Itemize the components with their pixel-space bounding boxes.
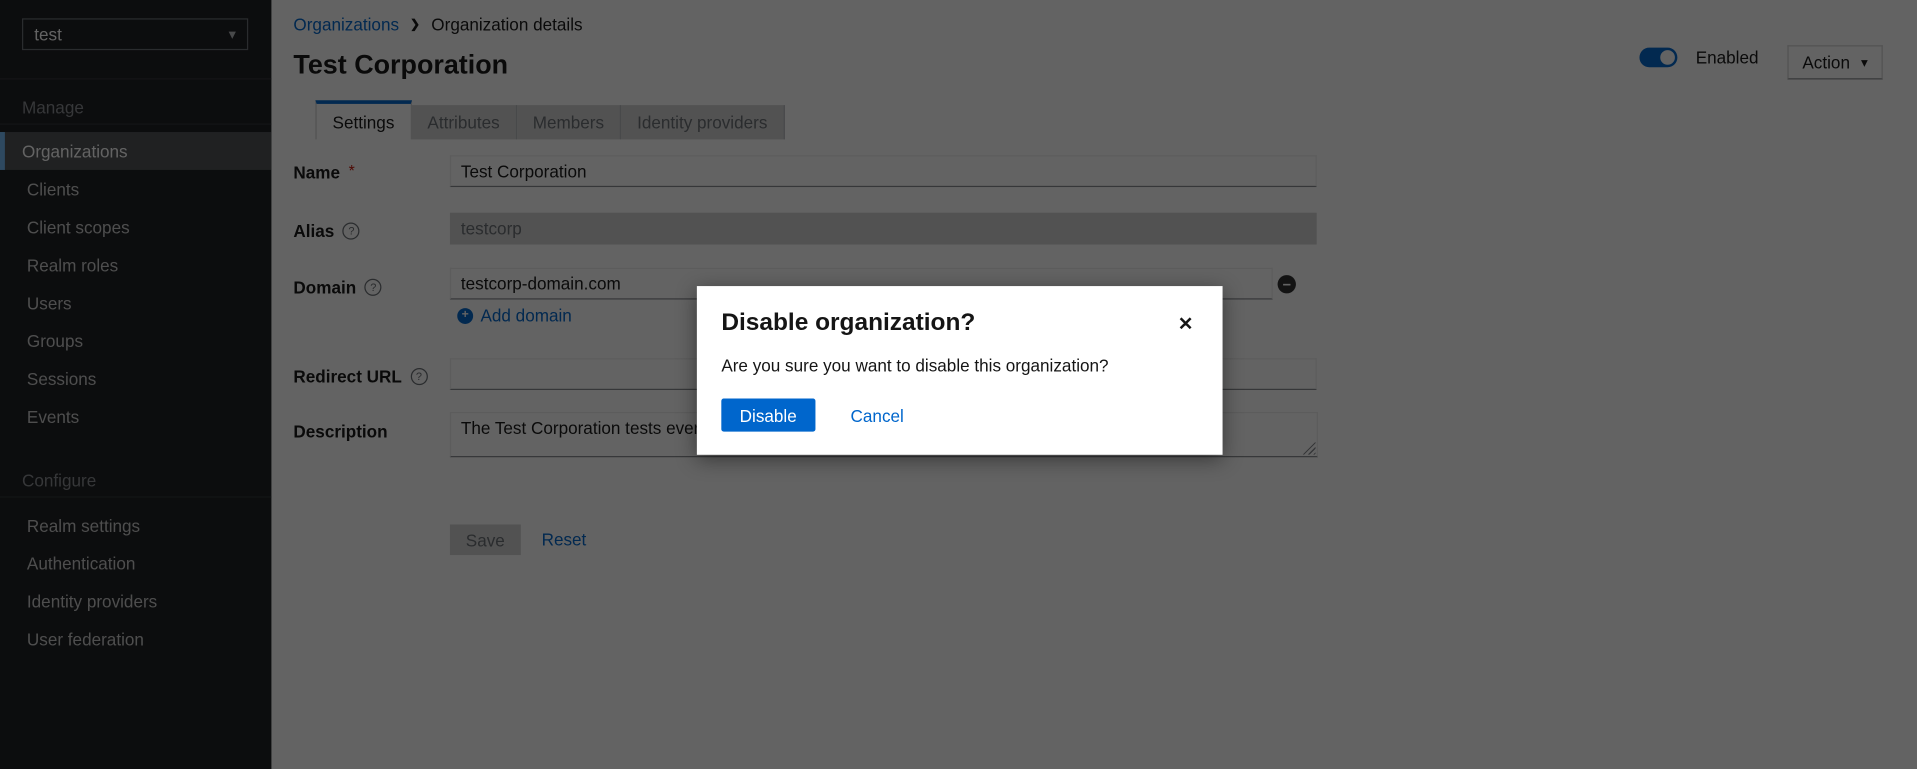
- modal-title: Disable organization?: [721, 309, 1198, 337]
- cancel-link[interactable]: Cancel: [851, 405, 904, 425]
- disable-organization-modal: Disable organization? ✕ Are you sure you…: [697, 286, 1223, 455]
- disable-button[interactable]: Disable: [721, 399, 815, 432]
- modal-body-text: Are you sure you want to disable this or…: [721, 356, 1198, 376]
- app-viewport: test ▾ Manage Organizations Clients Clie…: [0, 0, 1917, 769]
- close-icon[interactable]: ✕: [1178, 315, 1193, 333]
- modal-footer: Disable Cancel: [721, 399, 1198, 432]
